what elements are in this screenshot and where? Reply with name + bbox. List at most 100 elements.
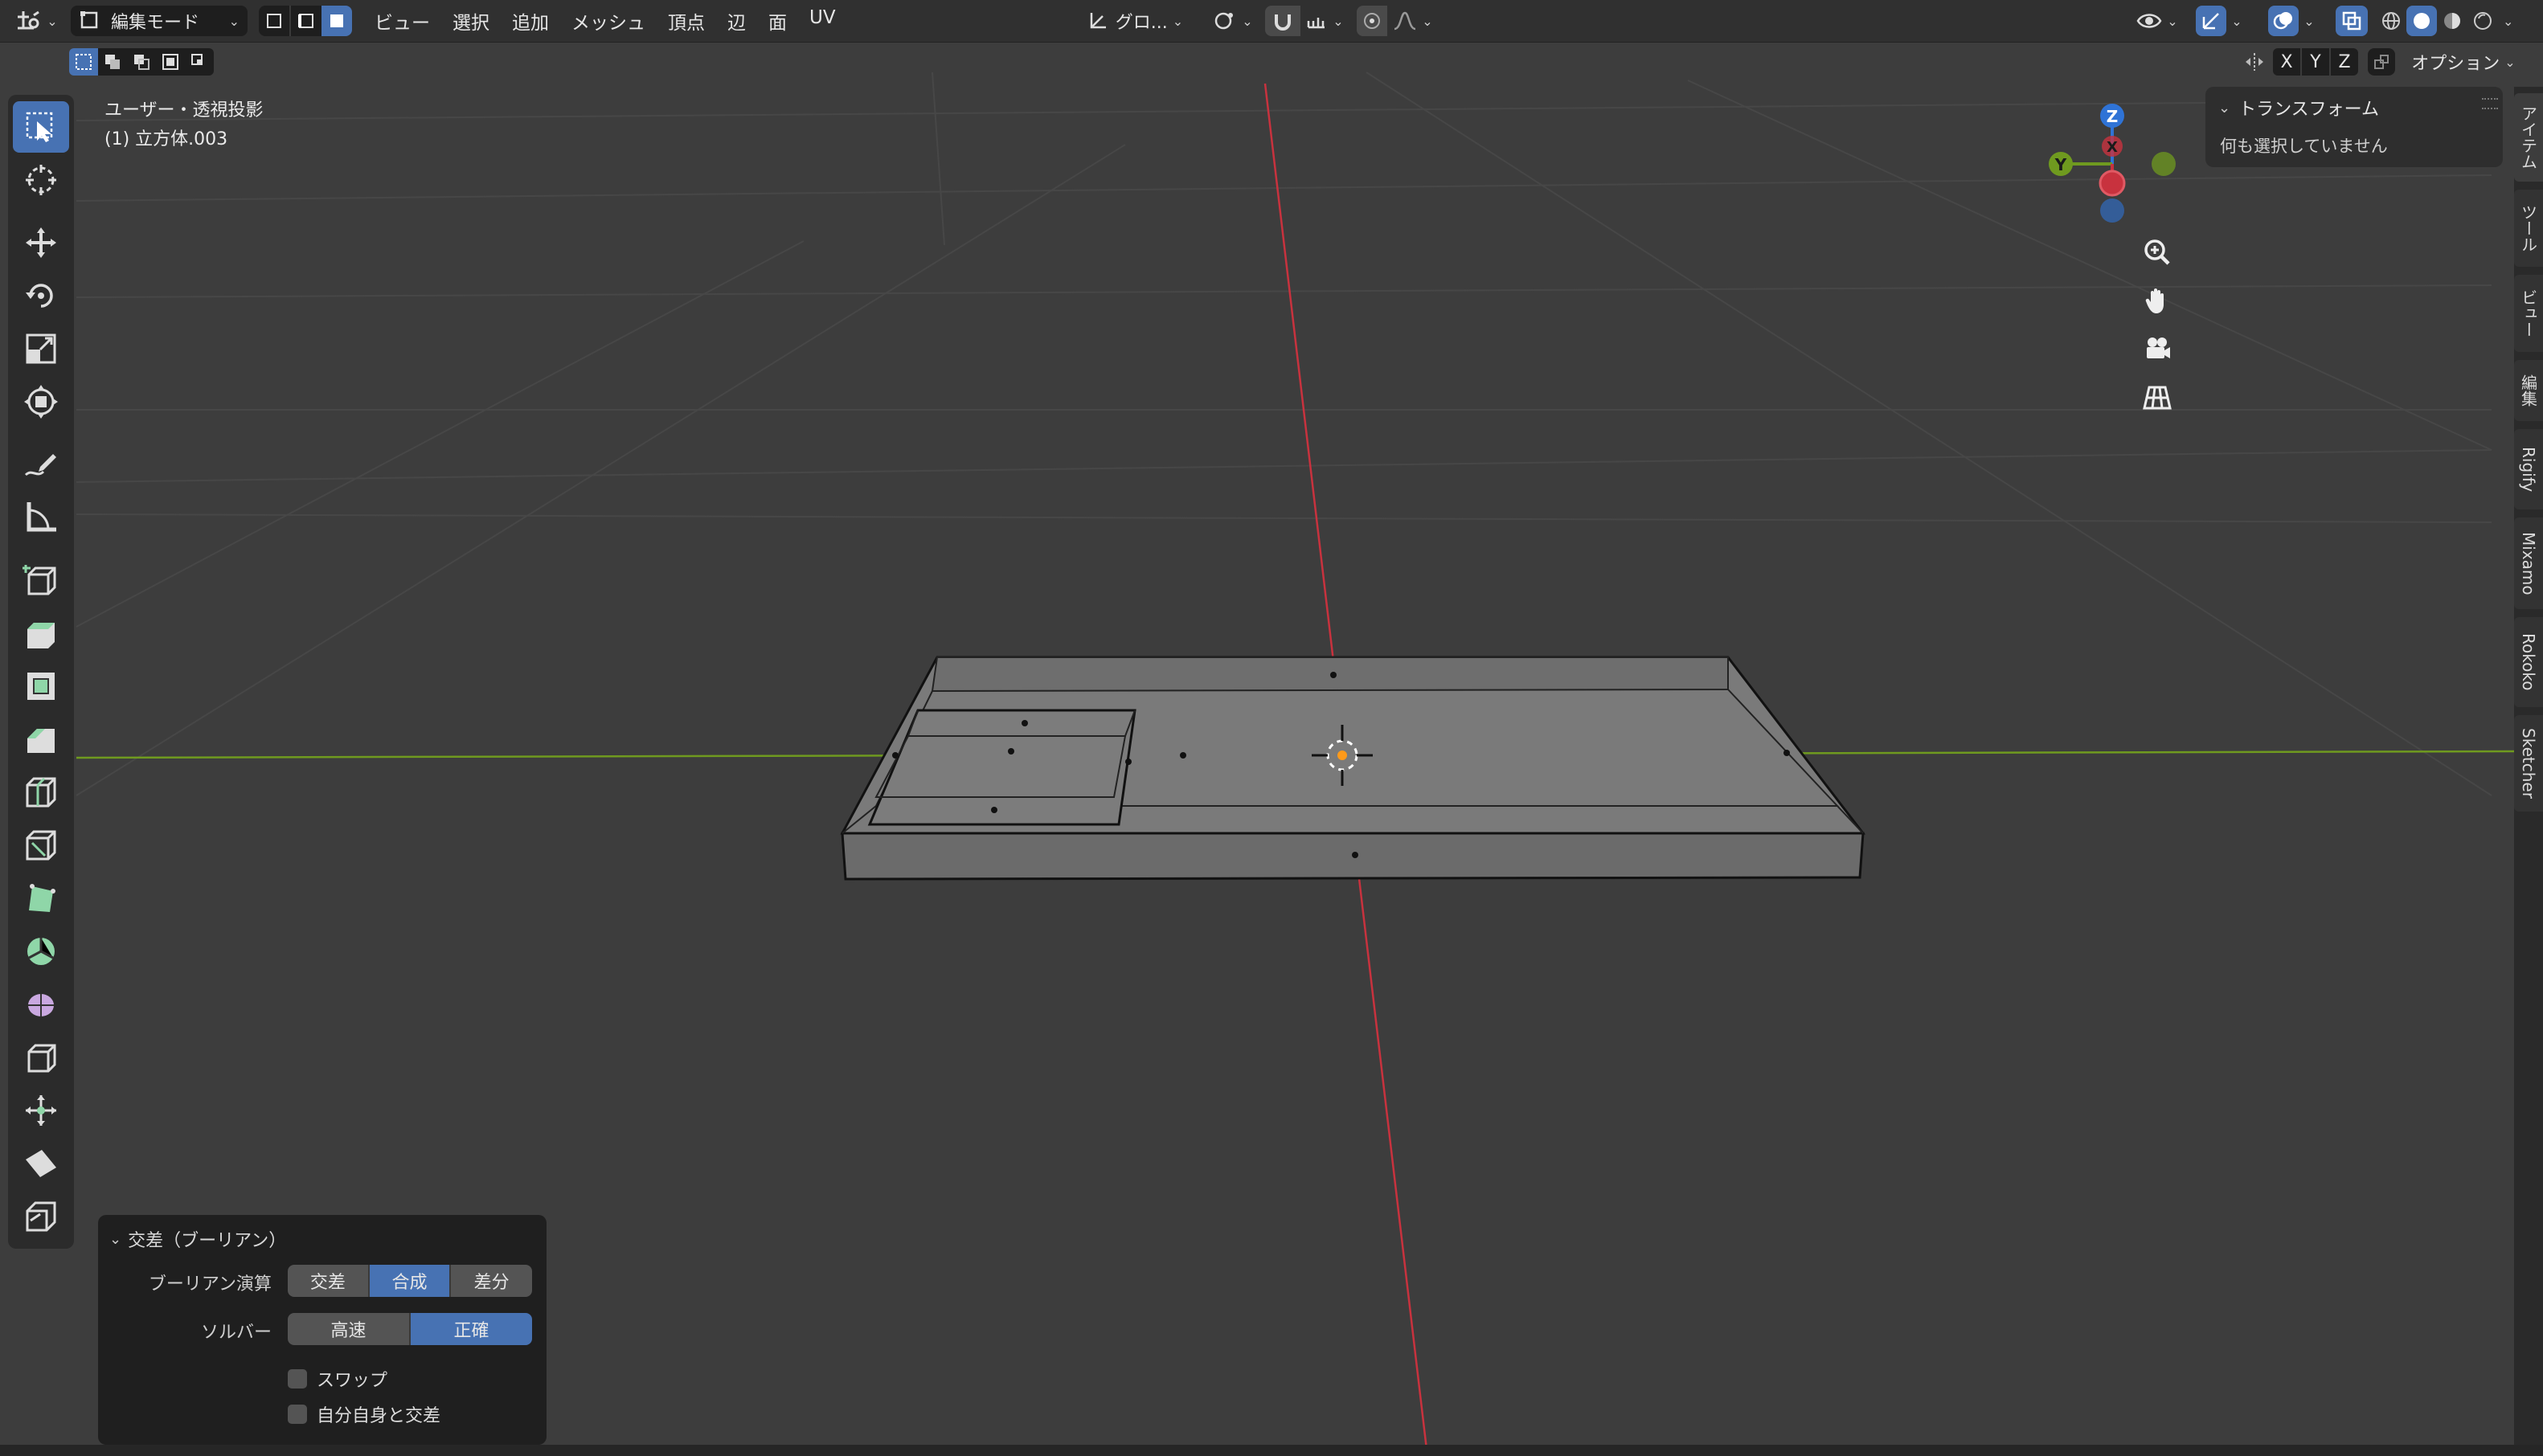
tool-spin[interactable] (13, 926, 69, 977)
gizmo-neg-y[interactable] (2152, 152, 2176, 176)
operator-panel-header[interactable]: ⌄ 交差（ブーリアン） (109, 1226, 286, 1252)
tool-transform[interactable] (13, 376, 69, 427)
bevel-icon (27, 729, 55, 753)
chevron-down-icon: ⌄ (2218, 99, 2231, 117)
solver-selector: 高速 正確 (288, 1313, 532, 1345)
tab-sketcher-label: Sketcher (2519, 728, 2538, 799)
grid-perspective-icon (2143, 386, 2172, 410)
viewport-info: ユーザー・透視投影 (1) 立方体.003 (104, 96, 264, 154)
tool-knife[interactable] (13, 820, 69, 871)
tab-rigify-label: Rigify (2519, 446, 2538, 493)
tool-add-cube[interactable] (13, 554, 69, 606)
sidebar-tabs: アイテム ツール ビュー 編集 Rigify Mixamo Rokoko Ske… (2514, 87, 2543, 1456)
tool-select-box[interactable] (13, 101, 69, 153)
boolean-operation-selector: 交差 合成 差分 (288, 1265, 532, 1297)
loop-cut-icon (26, 777, 56, 808)
boolean-operation-label: ブーリアン演算 (148, 1274, 272, 1294)
transform-icon (24, 385, 58, 419)
transform-section-title: トランスフォーム (2238, 100, 2379, 120)
tab-rigify[interactable]: Rigify (2514, 429, 2543, 509)
gizmo-x-label: X (2107, 139, 2118, 156)
tool-shear[interactable] (13, 1138, 69, 1189)
cursor-icon (26, 165, 56, 195)
add-cube-icon (23, 565, 56, 595)
solver-exact-option[interactable]: 正確 (411, 1313, 532, 1345)
zoom-icon (2144, 239, 2170, 265)
view-name: ユーザー・透視投影 (104, 100, 264, 121)
navigation-gizmo[interactable]: Z Y X (2049, 104, 2176, 223)
tool-poly-build[interactable] (13, 873, 69, 924)
measure-icon (27, 502, 56, 532)
boolean-difference-option[interactable]: 差分 (451, 1265, 532, 1297)
self-intersect-checkbox-box[interactable] (288, 1405, 307, 1424)
empty-selection-message: 何も選択していません (2220, 137, 2388, 156)
boolean-union-option[interactable]: 合成 (369, 1265, 452, 1297)
inner-box[interactable] (867, 709, 1136, 826)
operator-redo-panel: ⌄ 交差（ブーリアン） ブーリアン演算 交差 合成 差分 ソルバー 高速 正確 … (98, 1215, 547, 1445)
annotate-icon (24, 454, 56, 476)
tab-edit-label: 編集 (2518, 374, 2538, 407)
tool-inset[interactable] (13, 661, 69, 712)
operator-title: 交差（ブーリアン） (128, 1231, 287, 1251)
camera-icon (2147, 337, 2170, 358)
gizmo-z-label: Z (2107, 107, 2119, 126)
zoom-button[interactable] (2133, 228, 2181, 276)
move-icon (26, 227, 56, 258)
tab-tool-label: ツール (2518, 204, 2538, 252)
tool-bevel[interactable] (13, 714, 69, 765)
self-intersect-checkbox[interactable]: 自分自身と交差 (288, 1401, 440, 1427)
shrink-fatten-icon (26, 1095, 56, 1126)
swap-checkbox-box[interactable] (288, 1369, 307, 1389)
tool-move[interactable] (13, 217, 69, 268)
transform-section-header[interactable]: ⌄ トランスフォーム (2218, 95, 2379, 121)
tab-tool[interactable]: ツール (2514, 190, 2543, 267)
swap-checkbox[interactable]: スワップ (288, 1366, 387, 1392)
tab-rokoko[interactable]: Rokoko (2514, 617, 2543, 707)
extrude-icon (27, 623, 55, 648)
edge-slide-icon (27, 1044, 56, 1073)
tab-mixamo[interactable]: Mixamo (2514, 517, 2543, 609)
poly-build-icon (29, 884, 55, 912)
tool-loop-cut[interactable] (13, 767, 69, 818)
tool-edge-slide[interactable] (13, 1032, 69, 1083)
solver-label: ソルバー (200, 1323, 272, 1343)
scale-icon (26, 333, 56, 364)
solver-fast-option[interactable]: 高速 (288, 1313, 411, 1345)
chevron-down-icon: ⌄ (109, 1230, 122, 1248)
knife-icon (26, 830, 56, 861)
tab-view-label: ビュー (2518, 289, 2538, 337)
camera-view-button[interactable] (2133, 325, 2181, 373)
select-box-icon (26, 112, 53, 142)
shear-icon (26, 1150, 56, 1177)
tool-shrink-fatten[interactable] (13, 1085, 69, 1136)
tool-rip-region[interactable] (13, 1191, 69, 1242)
tool-cursor[interactable] (13, 154, 69, 206)
tool-annotate[interactable] (13, 439, 69, 490)
tab-rokoko-label: Rokoko (2519, 633, 2538, 691)
tab-edit[interactable]: 編集 (2514, 360, 2543, 421)
tool-smooth[interactable] (13, 979, 69, 1030)
tab-item[interactable]: アイテム (2514, 93, 2543, 182)
boolean-intersect-option[interactable]: 交差 (288, 1265, 370, 1297)
spin-icon (27, 938, 55, 965)
gizmo-neg-x[interactable] (2099, 170, 2126, 197)
smooth-icon (28, 994, 54, 1016)
tool-measure[interactable] (13, 492, 69, 543)
pan-button[interactable] (2133, 276, 2181, 325)
tab-mixamo-label: Mixamo (2519, 531, 2538, 595)
sidebar-panel: ⌄ トランスフォーム 何も選択していません (2205, 87, 2503, 167)
mesh-object[interactable] (840, 656, 1866, 881)
perspective-toggle-button[interactable] (2133, 373, 2181, 421)
tool-scale[interactable] (13, 323, 69, 374)
tab-sketcher[interactable]: Sketcher (2514, 715, 2543, 812)
drag-handle-icon[interactable] (2482, 98, 2498, 109)
tab-view[interactable]: ビュー (2514, 275, 2543, 352)
self-intersect-label: 自分自身と交差 (317, 1406, 441, 1426)
viewport-bottom-border (0, 1445, 2543, 1456)
gizmo-neg-z[interactable] (2100, 198, 2124, 223)
tool-extrude[interactable] (13, 607, 69, 659)
hand-icon (2145, 288, 2164, 313)
object-name: (1) 立方体.003 (104, 129, 228, 149)
gizmo-y-label: Y (2054, 155, 2067, 174)
tool-rotate[interactable] (13, 270, 69, 321)
